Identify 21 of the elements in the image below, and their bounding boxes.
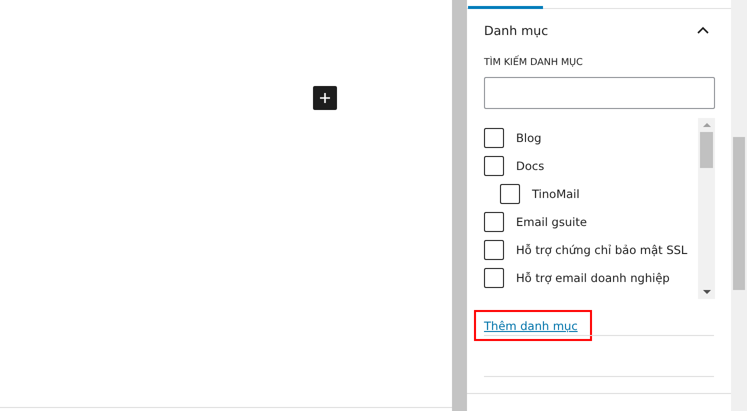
search-field[interactable] <box>484 77 715 109</box>
category-label: TinoMail <box>532 187 580 201</box>
list-scrollbar[interactable] <box>698 118 715 299</box>
chevron-up-icon[interactable] <box>697 26 709 34</box>
category-label: Email gsuite <box>516 215 587 229</box>
checkbox[interactable] <box>484 212 504 232</box>
checkbox[interactable] <box>484 240 504 260</box>
checkbox[interactable] <box>500 184 520 204</box>
category-label: Blog <box>516 131 542 145</box>
category-label: Hỗ trợ email doanh nghiệp <box>516 271 670 285</box>
checkbox[interactable] <box>484 156 504 176</box>
checkbox[interactable] <box>484 268 504 288</box>
add-category-link[interactable]: Thêm danh mục <box>484 318 578 332</box>
checkbox[interactable] <box>484 128 504 148</box>
search-label: TÌM KIẾM DANH MỤC <box>484 57 584 68</box>
category-label: Hỗ trợ chứng chỉ bảo mật SSL <box>516 243 688 257</box>
page-scrollbar[interactable] <box>731 0 747 411</box>
category-label: Docs <box>516 159 544 173</box>
panel-title: Danh mục <box>484 22 548 38</box>
add-block-button[interactable] <box>313 86 337 110</box>
plus-icon <box>319 92 331 104</box>
